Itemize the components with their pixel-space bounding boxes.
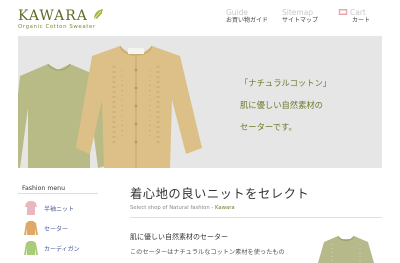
sidebar-item-short-sleeve[interactable]: 半袖ニット [24,198,98,218]
sweater-thumb [24,221,38,235]
nav-guide-en: Guide [226,8,249,17]
page-title: 着心地の良いニットをセレクト [130,187,310,201]
page-subtitle-brand: Kawara [215,205,235,211]
sidebar-item-cardigan[interactable]: カーディガン [24,238,98,258]
nav-cart[interactable]: Cart カート [338,8,371,30]
cart-icon [338,9,348,15]
logo-subtitle: Organic Cotton Sweater [18,24,96,30]
hero-sweaters-image [18,45,202,168]
site-header: KAWARA Organic Cotton Sweater Guide お買い物… [0,0,400,36]
logo-title: KAWARA [18,8,88,24]
product-image[interactable] [312,234,382,263]
hero-line-3: セーターです。 [240,122,297,132]
hero-banner: 「ナチュラルコットン」 肌に優しい自然素材の セーターです。 [18,36,382,168]
short-sleeve-knit-thumb [25,201,37,215]
page-subtitle: Select shop of Natural fashion - Kawara [130,205,390,211]
site-logo[interactable]: KAWARA Organic Cotton Sweater [18,8,103,30]
page-subtitle-text: Select shop of Natural fashion [130,205,210,211]
fashion-menu: Fashion menu 半袖ニット セーター カーディガン [18,183,98,258]
nav-sitemap-label: サイトマップ [282,17,319,24]
fashion-menu-title: Fashion menu [18,183,98,194]
leaf-icon [93,9,103,20]
sidebar-item-label: カーディガン [44,245,80,253]
hero-line-1: 「ナチュラルコットン」 [240,78,332,88]
nav-sitemap-en: Sitemap [282,8,314,17]
divider [130,217,382,218]
nav-guide[interactable]: Guide お買い物ガイド [226,8,268,30]
sidebar-item-sweater[interactable]: セーター [24,218,98,238]
sidebar-item-label: セーター [44,225,69,233]
product-sweater-image [312,234,382,263]
hero-line-2: 肌に優しい自然素材の [240,100,323,110]
section-body: このセーターはナチュラルなコットン素材を使ったもの [130,249,285,256]
nav-guide-label: お買い物ガイド [226,17,269,24]
nav-cart-label: カート [352,17,371,24]
nav-sitemap[interactable]: Sitemap サイトマップ [282,8,318,30]
cardigan-thumb [24,241,38,255]
hero-copy: 「ナチュラルコットン」 肌に優しい自然素材の セーターです。 [240,72,331,138]
sidebar-item-label: 半袖ニット [44,205,75,213]
